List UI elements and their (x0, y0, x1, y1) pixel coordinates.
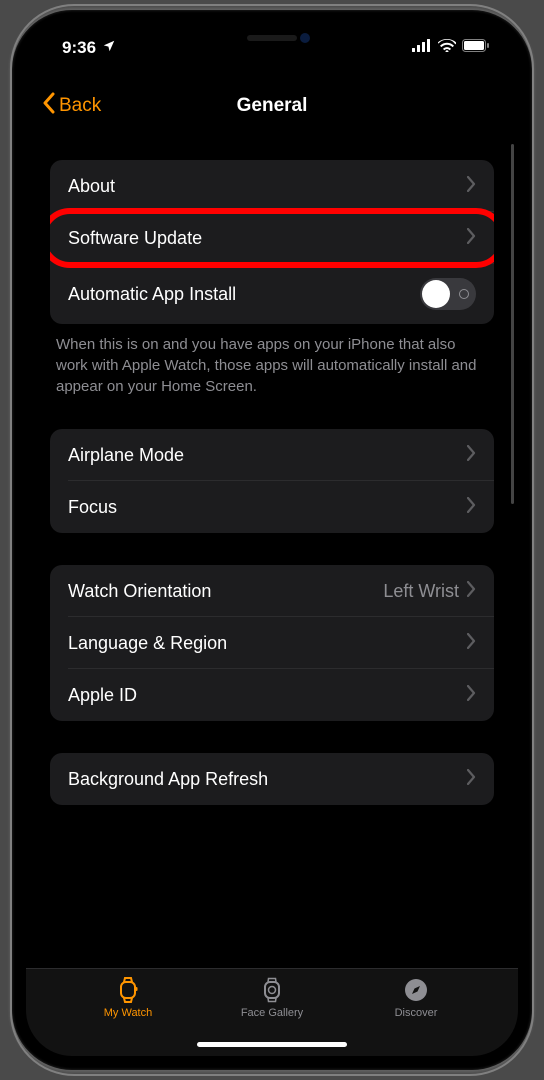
settings-scroll: About Software Update Automatic App Inst… (26, 140, 518, 805)
tab-label: Discover (395, 1007, 438, 1019)
chevron-right-icon (467, 685, 476, 706)
chevron-right-icon (467, 769, 476, 790)
row-label: Watch Orientation (68, 581, 383, 602)
row-label: Focus (68, 497, 467, 518)
screen: 9:36 (26, 24, 518, 1056)
row-label: Software Update (68, 228, 467, 249)
compass-icon (403, 977, 429, 1003)
watch-orientation-row[interactable]: Watch Orientation Left Wrist (50, 565, 494, 617)
scrollbar[interactable] (511, 144, 514, 504)
home-indicator[interactable] (197, 1042, 347, 1047)
chevron-right-icon (467, 445, 476, 466)
chevron-right-icon (467, 497, 476, 518)
nav-header: Back General (26, 72, 518, 140)
language-region-row[interactable]: Language & Region (50, 617, 494, 669)
tab-my-watch[interactable]: My Watch (56, 977, 200, 1056)
chevron-right-icon (467, 228, 476, 249)
software-update-row[interactable]: Software Update (50, 212, 494, 264)
auto-app-install-toggle[interactable] (420, 278, 476, 310)
battery-icon (462, 39, 490, 57)
row-label: Background App Refresh (68, 769, 467, 790)
focus-row[interactable]: Focus (50, 481, 494, 533)
chevron-right-icon (467, 633, 476, 654)
row-label: About (68, 176, 467, 197)
status-time: 9:36 (54, 38, 116, 58)
auto-app-install-row[interactable]: Automatic App Install (50, 264, 494, 324)
row-label: Apple ID (68, 685, 467, 706)
notch-speaker (247, 35, 297, 41)
row-label: Language & Region (68, 633, 467, 654)
airplane-mode-row[interactable]: Airplane Mode (50, 429, 494, 481)
watch-face-icon (259, 977, 285, 1003)
about-row[interactable]: About (50, 160, 494, 212)
toggle-off-indicator (459, 289, 469, 299)
tab-label: My Watch (104, 1007, 153, 1019)
apple-id-row[interactable]: Apple ID (50, 669, 494, 721)
settings-group: Background App Refresh (50, 753, 494, 805)
tab-discover[interactable]: Discover (344, 977, 488, 1056)
back-label: Back (59, 95, 101, 117)
chevron-right-icon (467, 176, 476, 197)
wifi-icon (438, 39, 456, 57)
time-text: 9:36 (62, 38, 96, 58)
chevron-right-icon (467, 581, 476, 602)
location-icon (102, 38, 116, 58)
background-app-refresh-row[interactable]: Background App Refresh (50, 753, 494, 805)
notch (172, 24, 372, 54)
notch-camera (300, 33, 310, 43)
settings-group: Airplane Mode Focus (50, 429, 494, 533)
page-title: General (237, 95, 308, 117)
settings-group: About Software Update Automatic App Inst… (50, 160, 494, 324)
content-area[interactable]: Back General About Software Update (26, 72, 518, 968)
chevron-left-icon (42, 92, 55, 120)
tab-label: Face Gallery (241, 1007, 303, 1019)
phone-frame: 9:36 (12, 10, 532, 1070)
row-label: Automatic App Install (68, 284, 420, 305)
settings-group: Watch Orientation Left Wrist Language & … (50, 565, 494, 721)
tab-bar: My Watch Face Gallery (26, 968, 518, 1056)
row-detail: Left Wrist (383, 581, 459, 602)
toggle-knob (422, 280, 450, 308)
back-button[interactable]: Back (42, 92, 101, 120)
status-icons (412, 39, 490, 57)
group-description: When this is on and you have apps on you… (50, 334, 494, 401)
row-label: Airplane Mode (68, 445, 467, 466)
cellular-icon (412, 39, 432, 57)
watch-outline-icon (115, 977, 141, 1003)
